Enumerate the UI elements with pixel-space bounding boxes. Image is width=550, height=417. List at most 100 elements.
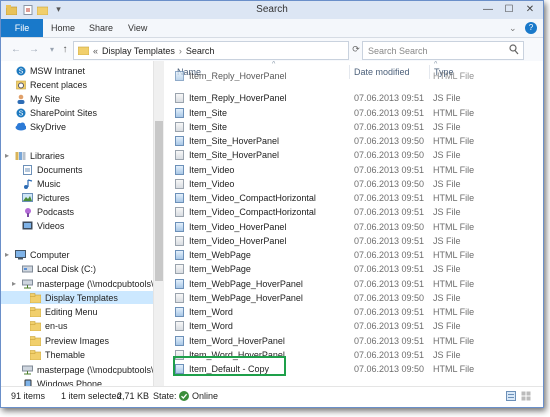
nav-item[interactable]: Documents [1, 163, 153, 176]
expand-arrow-icon[interactable]: ▸ [5, 151, 9, 160]
nav-item[interactable]: en-us [1, 319, 153, 332]
address-row: ← → ▾ ↑ « Display Templates › Search ⟳ S… [1, 38, 543, 61]
tab-file[interactable]: File [1, 19, 43, 37]
file-row[interactable]: Item_Reply_HoverPanel 07.06.2013 09:51 JS … [164, 91, 543, 105]
file-row[interactable]: Item_WebPage_HoverPanel 07.06.2013 09:51 H… [164, 277, 543, 291]
nav-item[interactable]: ▸ Libraries [1, 149, 153, 162]
nav-item-label: My Site [30, 93, 61, 104]
large-icons-view-icon[interactable] [521, 391, 531, 403]
tab-share[interactable]: Share [89, 19, 113, 37]
ribbon-expand-icon[interactable]: ⌄ [509, 19, 517, 37]
title-bar: ▾ Search — ☐ ✕ [1, 1, 543, 19]
maximize-button[interactable]: ☐ [500, 1, 518, 17]
nav-item[interactable]: ▸ masterpage (\\modcpubtools\D [1, 277, 153, 290]
breadcrumb-search[interactable]: Search [186, 46, 215, 56]
file-row[interactable]: Item_Site_HoverPanel 07.06.2013 09:50 JS F… [164, 148, 543, 162]
file-row[interactable]: Item_WebPage 07.06.2013 09:51 HTML File [164, 248, 543, 262]
nav-item[interactable]: Themable [1, 348, 153, 361]
file-row[interactable]: Item_WebPage 07.06.2013 09:51 JS File [164, 262, 543, 276]
file-date: 07.06.2013 09:50 [354, 150, 425, 161]
html-file-icon [175, 335, 184, 346]
refresh-icon[interactable]: ⟳ [349, 42, 363, 56]
nav-item[interactable]: Windows Phone [1, 377, 153, 386]
search-icon[interactable] [509, 44, 519, 57]
file-row[interactable]: Item_Video 07.06.2013 09:51 HTML File [164, 163, 543, 177]
forward-arrow-icon[interactable]: → [27, 42, 41, 56]
file-row[interactable]: Item_Word 07.06.2013 09:51 HTML File [164, 305, 543, 319]
search-box[interactable]: Search Search [362, 41, 524, 60]
breadcrumb-chevron-icon: › [178, 45, 182, 56]
file-row[interactable]: Item_Video 07.06.2013 09:50 JS File [164, 177, 543, 191]
file-row[interactable]: Item_Word 07.06.2013 09:51 JS File [164, 319, 543, 333]
nav-item[interactable]: Videos [1, 219, 153, 232]
html-file-icon [175, 193, 184, 203]
nav-item[interactable]: masterpage (\\modcpubtools\D [1, 363, 153, 376]
nav-item-label: SkyDrive [30, 121, 67, 132]
file-row[interactable]: Item_Video_HoverPanel 07.06.2013 09:50 HTM… [164, 220, 543, 234]
nav-item[interactable]: Podcasts [1, 205, 153, 218]
nav-item[interactable]: My Site [1, 92, 153, 105]
address-bar[interactable]: « Display Templates › Search [73, 41, 349, 60]
file-type: HTML File [433, 250, 475, 260]
search-input[interactable]: Search Search [368, 46, 428, 56]
up-arrow-icon[interactable]: ↑ [58, 42, 72, 56]
nav-item[interactable]: S SharePoint Sites [1, 106, 153, 119]
help-icon[interactable]: ? [525, 22, 537, 34]
tab-view[interactable]: View [128, 19, 147, 37]
breadcrumb-display-templates[interactable]: Display Templates [102, 46, 175, 56]
nav-item[interactable]: ▸ Computer [1, 248, 153, 261]
details-view-icon[interactable] [506, 391, 516, 403]
file-row[interactable]: Item_Video_HoverPanel 07.06.2013 09:51 JS … [164, 234, 543, 248]
file-name: Item_Reply_HoverPanel [189, 93, 287, 104]
nav-item-label: SharePoint Sites [30, 107, 98, 118]
file-row[interactable]: Item_Site 07.06.2013 09:51 JS File [164, 120, 543, 134]
nav-item[interactable]: S MSW Intranet [1, 64, 153, 77]
file-name: Item_Word [189, 307, 233, 317]
nav-item-label: Preview Images [45, 335, 110, 346]
file-date: 07.06.2013 09:51 [354, 307, 425, 317]
network-drive-icon [22, 279, 33, 289]
js-file-icon [175, 150, 184, 161]
file-type: JS File [433, 150, 461, 161]
nav-item[interactable]: Music [1, 177, 153, 190]
nav-item[interactable]: Editing Menu [1, 305, 153, 318]
breadcrumb-overflow[interactable]: « [93, 46, 98, 56]
file-type: JS File [433, 349, 461, 360]
file-row[interactable]: Item_Site 07.06.2013 09:51 HTML File [164, 106, 543, 120]
navigation-scrollbar[interactable] [153, 61, 164, 386]
file-type: HTML File [433, 107, 475, 118]
file-row[interactable]: Item_WebPage_HoverPanel 07.06.2013 09:50 J… [164, 291, 543, 305]
js-file-icon [175, 93, 184, 104]
tab-home[interactable]: Home [51, 19, 75, 37]
file-type: JS File [433, 93, 461, 104]
back-arrow-icon[interactable]: ← [9, 42, 23, 56]
file-row[interactable]: Item_Video_CompactHorizontal 07.06.2013 0… [164, 205, 543, 219]
file-row[interactable]: Item_Word_HoverPanel 07.06.2013 09:51 HTML… [164, 334, 543, 348]
expand-arrow-icon[interactable]: ▸ [12, 279, 16, 288]
nav-item[interactable]: Recent places [1, 78, 153, 91]
recent-locations-icon[interactable]: ▾ [45, 42, 59, 56]
nav-item[interactable]: Display Templates [1, 291, 153, 304]
file-row[interactable]: Item_Video_CompactHorizontal 07.06.2013 0… [164, 191, 543, 205]
explorer-window: ▾ Search — ☐ ✕ File Home Share View ⌄ ? … [0, 0, 544, 408]
file-list: Name ^ Date modified Type ^ Item_Reply_H… [164, 61, 543, 386]
file-row[interactable]: Item_Site_HoverPanel 07.06.2013 09:50 HTML… [164, 134, 543, 148]
close-button[interactable]: ✕ [519, 1, 541, 17]
navigation-scroll-thumb[interactable] [155, 121, 163, 281]
document-icon [22, 164, 33, 175]
expand-arrow-icon[interactable]: ▸ [5, 250, 9, 259]
file-row[interactable]: Item_Reply_HoverPanel HTML File [164, 69, 543, 83]
file-date: 07.06.2013 09:51 [354, 207, 425, 218]
file-date: 07.06.2013 09:51 [354, 250, 425, 260]
nav-item[interactable]: Local Disk (C:) [1, 262, 153, 275]
file-name: Item_Site_HoverPanel [189, 136, 280, 146]
nav-item-label: Computer [30, 249, 70, 260]
computer-icon [15, 249, 26, 260]
network-drive-icon [22, 365, 33, 375]
phone-icon [22, 379, 33, 386]
nav-item[interactable]: Pictures [1, 191, 153, 204]
nav-item[interactable]: SkyDrive [1, 120, 153, 133]
sort-arrow-icon: ^ [434, 61, 438, 68]
minimize-button[interactable]: — [479, 1, 497, 17]
nav-item[interactable]: Preview Images [1, 334, 153, 347]
